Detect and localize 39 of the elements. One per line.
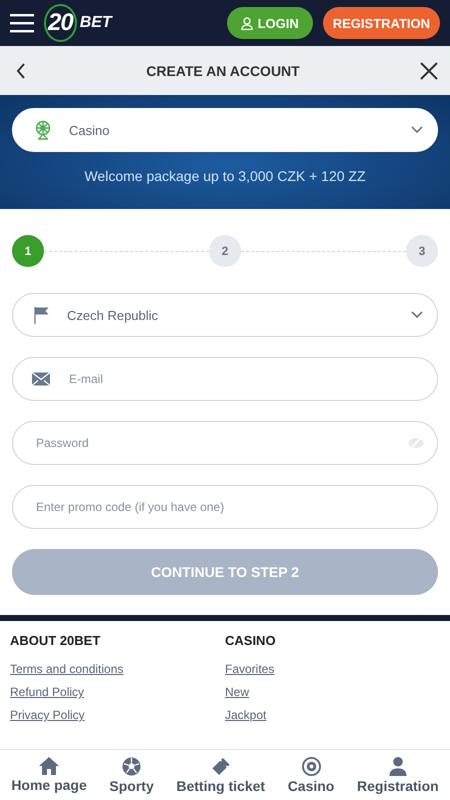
footer-link[interactable]: Privacy Policy xyxy=(10,708,85,722)
email-field[interactable]: E-mail xyxy=(12,357,438,401)
country-select[interactable]: Czech Republic xyxy=(12,293,438,337)
menu-icon[interactable] xyxy=(10,13,34,33)
footer-link[interactable]: New xyxy=(225,685,250,699)
footer-heading: ABOUT 20BET xyxy=(10,633,100,648)
casino-chip-icon[interactable] xyxy=(302,756,321,776)
step-indicator: 1 xyxy=(12,235,44,267)
ball-icon[interactable] xyxy=(122,756,142,776)
chevron-down-icon xyxy=(411,311,423,319)
footer-link[interactable]: Refund Policy xyxy=(10,685,84,699)
footer-heading: CASINO xyxy=(225,633,276,648)
footer-link[interactable]: Terms and conditions xyxy=(10,662,124,676)
back-icon[interactable] xyxy=(16,62,26,78)
promo-field[interactable]: Enter promo code (if you have one) xyxy=(12,485,438,529)
welcome-text: Welcome package up to 3,000 CZK + 120 ZZ xyxy=(83,168,367,184)
chevron-down-icon xyxy=(411,126,423,134)
nav-label[interactable]: Registration xyxy=(357,778,439,794)
nav-label[interactable]: Home page xyxy=(11,777,87,793)
nav-label[interactable]: Sporty xyxy=(109,778,154,794)
flag-icon xyxy=(33,306,51,324)
ticket-icon[interactable] xyxy=(210,756,231,776)
password-field[interactable]: Password xyxy=(12,421,438,465)
page-title: CREATE AN ACCOUNT xyxy=(146,62,300,78)
close-icon[interactable] xyxy=(420,62,438,80)
step-indicator: 2 xyxy=(209,235,241,267)
footer-link[interactable]: Favorites xyxy=(225,662,274,676)
user-icon xyxy=(240,16,253,30)
logo[interactable]: 20 BET xyxy=(44,4,112,42)
step-indicator: 3 xyxy=(406,235,438,267)
nav-label[interactable]: Casino xyxy=(288,778,334,794)
ferris-wheel-icon xyxy=(33,120,53,140)
nav-label[interactable]: Betting ticket xyxy=(176,778,266,794)
home-icon[interactable] xyxy=(39,757,60,775)
person-icon[interactable] xyxy=(388,756,407,776)
login-button[interactable]: LOGIN xyxy=(226,7,313,39)
footer-link[interactable]: Jackpot xyxy=(225,708,266,722)
registration-button[interactable]: REGISTRATION xyxy=(322,7,440,39)
product-select[interactable]: Casino xyxy=(12,108,438,152)
